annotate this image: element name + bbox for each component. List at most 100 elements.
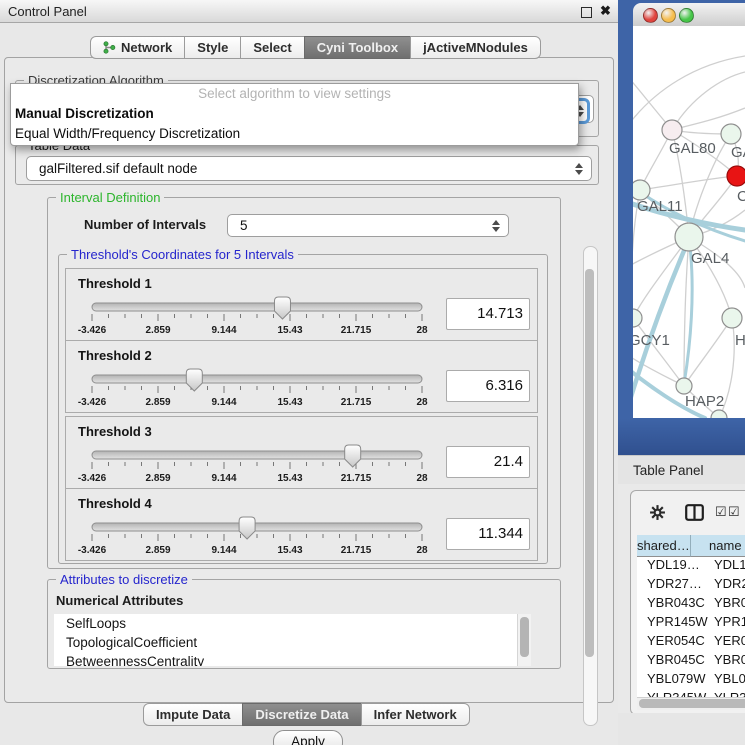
network-node[interactable] xyxy=(662,120,682,140)
control-panel-titlebar: Control Panel ✖ xyxy=(0,0,618,23)
threshold-panel: Threshold 2-3.4262.8599.14415.4321.71528… xyxy=(65,340,538,413)
network-node[interactable] xyxy=(676,378,692,394)
slider-thumb[interactable] xyxy=(186,369,202,391)
table-header-row: shared…name xyxy=(637,535,745,557)
threshold-slider[interactable]: -3.4262.8599.14415.4321.71528 xyxy=(84,442,432,484)
network-graph-canvas[interactable]: GAL80GACGAL11GAL4GCY1HHAP2 xyxy=(633,26,745,418)
table-hscrollbar[interactable] xyxy=(637,697,745,710)
network-window: GAL80GACGAL11GAL4GCY1HHAP2 xyxy=(633,3,745,418)
cell-shared-name: YPR145W xyxy=(637,614,709,633)
split-columns-icon[interactable] xyxy=(685,504,704,521)
tab-cyni-toolbox[interactable]: Cyni Toolbox xyxy=(304,36,411,59)
cell-name: YBL0 xyxy=(709,671,745,690)
table-rows: YDL19…YDL1YDR27…YDR2YBR043CYBR0YPR145WYP… xyxy=(637,557,745,697)
table-row[interactable]: YER054CYER0 xyxy=(637,633,745,652)
table-row[interactable]: YLR345WYLR3 xyxy=(637,690,745,697)
tab-jactivemnodules[interactable]: jActiveMNodules xyxy=(410,36,541,59)
tab-discretize-data[interactable]: Discretize Data xyxy=(242,703,361,726)
checkbox-icon[interactable]: ☑ xyxy=(715,504,727,520)
popup-placeholder-text: Select algorithm to view settings xyxy=(11,84,578,104)
node-label: GAL4 xyxy=(691,250,729,267)
network-node[interactable] xyxy=(721,124,741,144)
table-panel-titlebar: Table Panel xyxy=(618,455,745,485)
attribute-list-item[interactable]: SelfLoops xyxy=(54,614,517,633)
close-icon[interactable]: ✖ xyxy=(600,3,611,19)
scrollbar-thumb[interactable] xyxy=(585,269,594,657)
threshold-label: Threshold 4 xyxy=(78,496,152,511)
threshold-slider[interactable]: -3.4262.8599.14415.4321.71528 xyxy=(84,514,432,556)
algorithm-option[interactable]: Equal Width/Frequency Discretization xyxy=(11,124,578,144)
number-of-intervals-combo[interactable]: 5 xyxy=(227,214,509,237)
table-panel: ☑ ☑ shared…name YDL19…YDL1YDR27…YDR2YBR0… xyxy=(618,484,745,745)
intervals-label: Number of Intervals xyxy=(84,217,206,232)
algorithm-option[interactable]: Manual Discretization xyxy=(11,104,578,124)
svg-text:2.859: 2.859 xyxy=(145,545,170,556)
tab-select[interactable]: Select xyxy=(240,36,304,59)
float-window-icon[interactable] xyxy=(581,7,592,18)
tab-impute-data[interactable]: Impute Data xyxy=(143,703,243,726)
scrollbar-thumb[interactable] xyxy=(639,699,745,708)
node-label: GAL11 xyxy=(637,198,683,215)
list-scrollbar[interactable] xyxy=(517,614,531,666)
apply-button[interactable]: Apply xyxy=(273,730,343,745)
interval-definition-group: Interval Definition Number of Intervals … xyxy=(47,197,561,569)
slider-thumb[interactable] xyxy=(345,445,361,467)
threshold-value-field[interactable]: 21.4 xyxy=(446,446,530,478)
threshold-value-field[interactable]: 11.344 xyxy=(446,518,530,550)
attributes-group: Attributes to discretize Numerical Attri… xyxy=(47,579,561,669)
tab-network[interactable]: Network xyxy=(90,36,185,59)
numerical-attributes-label: Numerical Attributes xyxy=(56,593,183,608)
cell-shared-name: YBL079W xyxy=(637,671,709,690)
cell-shared-name: YER054C xyxy=(637,633,709,652)
slider-thumb[interactable] xyxy=(274,297,290,319)
threshold-slider[interactable]: -3.4262.8599.14415.4321.71528 xyxy=(84,366,432,408)
group-title: Attributes to discretize xyxy=(56,572,192,587)
svg-text:9.144: 9.144 xyxy=(211,397,236,408)
svg-text:-3.426: -3.426 xyxy=(78,325,107,336)
svg-text:28: 28 xyxy=(416,397,428,408)
network-node[interactable] xyxy=(727,166,745,186)
numerical-attributes-list[interactable]: SelfLoopsTopologicalCoefficientBetweenne… xyxy=(54,614,517,666)
node-label: HAP2 xyxy=(685,393,724,410)
table-row[interactable]: YDL19…YDL1 xyxy=(637,557,745,576)
network-node[interactable] xyxy=(722,308,742,328)
network-node[interactable] xyxy=(675,223,703,251)
svg-text:-3.426: -3.426 xyxy=(78,397,107,408)
tab-style[interactable]: Style xyxy=(184,36,241,59)
threshold-value-field[interactable]: 14.713 xyxy=(446,298,530,330)
attribute-list-item[interactable]: BetweennessCentrality xyxy=(54,652,517,666)
table-data-combo[interactable]: galFiltered.sif default node xyxy=(26,156,592,181)
table-row[interactable]: YBL079WYBL0 xyxy=(637,671,745,690)
svg-text:28: 28 xyxy=(416,545,428,556)
node-label: GCY1 xyxy=(633,332,670,349)
table-row[interactable]: YBR045CYBR0 xyxy=(637,652,745,671)
close-traffic-light-icon[interactable] xyxy=(643,8,658,23)
scrollbar-thumb[interactable] xyxy=(520,617,529,657)
slider-thumb[interactable] xyxy=(239,517,255,539)
network-node[interactable] xyxy=(711,410,727,418)
network-node[interactable] xyxy=(633,180,650,200)
column-header[interactable]: shared… xyxy=(637,535,691,557)
node-table: shared…name YDL19…YDL1YDR27…YDR2YBR043CY… xyxy=(637,535,745,697)
checkbox-icon[interactable]: ☑ xyxy=(728,504,740,520)
svg-text:21.715: 21.715 xyxy=(341,545,372,556)
column-header[interactable]: name xyxy=(691,535,745,557)
svg-text:9.144: 9.144 xyxy=(211,473,236,484)
node-label: H xyxy=(735,332,745,349)
minimize-traffic-light-icon[interactable] xyxy=(661,8,676,23)
table-row[interactable]: YBR043CYBR0 xyxy=(637,595,745,614)
svg-text:21.715: 21.715 xyxy=(341,325,372,336)
cell-name: YPR1 xyxy=(709,614,745,633)
attribute-list-item[interactable]: TopologicalCoefficient xyxy=(54,633,517,652)
table-row[interactable]: YDR27…YDR2 xyxy=(637,576,745,595)
network-node[interactable] xyxy=(633,309,642,327)
tab-infer-network[interactable]: Infer Network xyxy=(361,703,470,726)
threshold-value-field[interactable]: 6.316 xyxy=(446,370,530,402)
gear-icon[interactable] xyxy=(649,504,666,521)
threshold-slider[interactable]: -3.4262.8599.14415.4321.71528 xyxy=(84,294,432,336)
table-row[interactable]: YPR145WYPR1 xyxy=(637,614,745,633)
maximize-traffic-light-icon[interactable] xyxy=(679,8,694,23)
svg-text:-3.426: -3.426 xyxy=(78,545,107,556)
panel-scrollbar[interactable] xyxy=(583,246,598,726)
tab-label: Select xyxy=(253,37,291,58)
